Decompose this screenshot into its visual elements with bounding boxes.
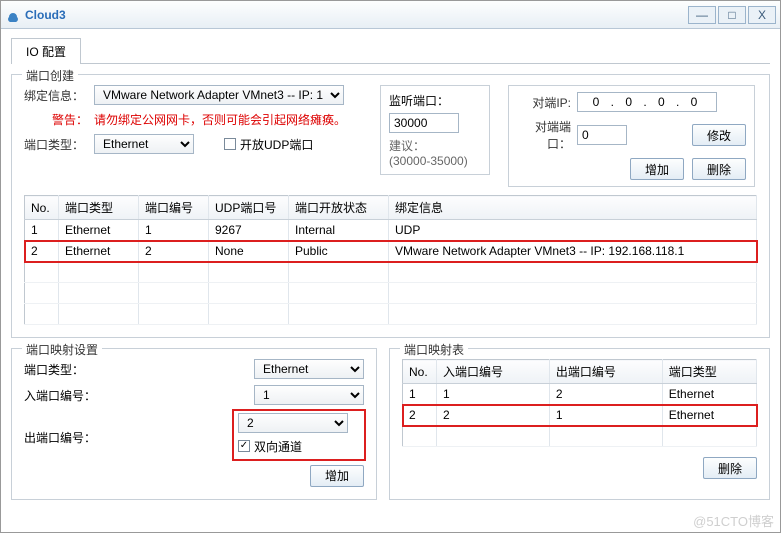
- watermark: @51CTO博客: [693, 511, 774, 530]
- map-table-legend: 端口映射表: [400, 341, 468, 358]
- in-port-select[interactable]: 1: [254, 385, 364, 405]
- tab-io-config[interactable]: IO 配置: [11, 38, 81, 64]
- modify-button[interactable]: 修改: [692, 124, 746, 146]
- peer-group: 对端IP: 对端端口： 修改 增加 删除: [508, 85, 755, 187]
- window-title: Cloud3: [25, 8, 686, 22]
- title-bar: Cloud3 — □ X: [1, 1, 780, 29]
- in-port-label: 入端口编号：: [24, 387, 124, 404]
- add-map-button[interactable]: 增加: [310, 465, 364, 487]
- checkbox-icon: [224, 138, 236, 150]
- map-table-header: No. 入端口编号 出端口编号 端口类型: [403, 360, 757, 384]
- port-type-label: 端口类型：: [24, 136, 94, 153]
- port-create-group: 端口创建 绑定信息： VMware Network Adapter VMnet3…: [11, 74, 770, 338]
- table-row: .: [25, 262, 757, 283]
- map-settings-legend: 端口映射设置: [22, 341, 102, 358]
- peer-ip-label: 对端IP:: [517, 94, 577, 111]
- table-row: .: [25, 283, 757, 304]
- minimize-button[interactable]: —: [688, 6, 716, 24]
- out-port-label: 出端口编号：: [24, 429, 124, 446]
- peer-port-label: 对端端口：: [517, 118, 577, 152]
- table-row[interactable]: 2Ethernet2NonePublicVMware Network Adapt…: [25, 241, 757, 262]
- listen-port-input[interactable]: [389, 113, 459, 133]
- bind-select[interactable]: VMware Network Adapter VMnet3 -- IP: 192…: [94, 85, 344, 105]
- map-table-group: 端口映射表 No. 入端口编号 出端口编号 端口类型 112Ethernet 2…: [389, 348, 770, 500]
- table-row: .: [403, 426, 757, 447]
- out-port-select[interactable]: 2: [238, 413, 348, 433]
- peer-port-input[interactable]: [577, 125, 627, 145]
- delete-port-button[interactable]: 删除: [692, 158, 746, 180]
- table-row[interactable]: 221Ethernet: [403, 405, 757, 426]
- table-row[interactable]: 1Ethernet19267InternalUDP: [25, 220, 757, 241]
- map-type-select[interactable]: Ethernet: [254, 359, 364, 379]
- add-port-button[interactable]: 增加: [630, 158, 684, 180]
- checkbox-icon: ✓: [238, 440, 250, 452]
- map-table[interactable]: No. 入端口编号 出端口编号 端口类型 112Ethernet 221Ethe…: [402, 359, 757, 447]
- listen-label: 监听端口：: [389, 92, 481, 109]
- delete-map-button[interactable]: 删除: [703, 457, 757, 479]
- warn-text: 请勿绑定公网网卡，否则可能会引起网络瘫痪。: [94, 111, 346, 128]
- listen-group: 监听端口： 建议： (30000-35000): [380, 85, 490, 175]
- peer-ip-input[interactable]: [577, 92, 717, 112]
- bidir-checkbox[interactable]: ✓ 双向通道: [238, 438, 302, 455]
- maximize-button[interactable]: □: [718, 6, 746, 24]
- port-create-legend: 端口创建: [22, 67, 78, 84]
- map-type-label: 端口类型：: [24, 361, 124, 378]
- port-table[interactable]: No. 端口类型 端口编号 UDP端口号 端口开放状态 绑定信息 1Ethern…: [24, 195, 757, 325]
- port-table-header: No. 端口类型 端口编号 UDP端口号 端口开放状态 绑定信息: [25, 196, 757, 220]
- port-type-select[interactable]: Ethernet: [94, 134, 194, 154]
- map-settings-group: 端口映射设置 端口类型： Ethernet 入端口编号： 1 2 ✓ 双向通道: [11, 348, 377, 500]
- table-row: .: [25, 304, 757, 325]
- close-button[interactable]: X: [748, 6, 776, 24]
- open-udp-checkbox[interactable]: 开放UDP端口: [224, 136, 313, 153]
- table-row[interactable]: 112Ethernet: [403, 384, 757, 405]
- tab-strip: IO 配置: [11, 37, 770, 64]
- app-icon: [5, 7, 21, 23]
- bind-label: 绑定信息：: [24, 87, 94, 104]
- warn-label: 警告：: [24, 111, 94, 128]
